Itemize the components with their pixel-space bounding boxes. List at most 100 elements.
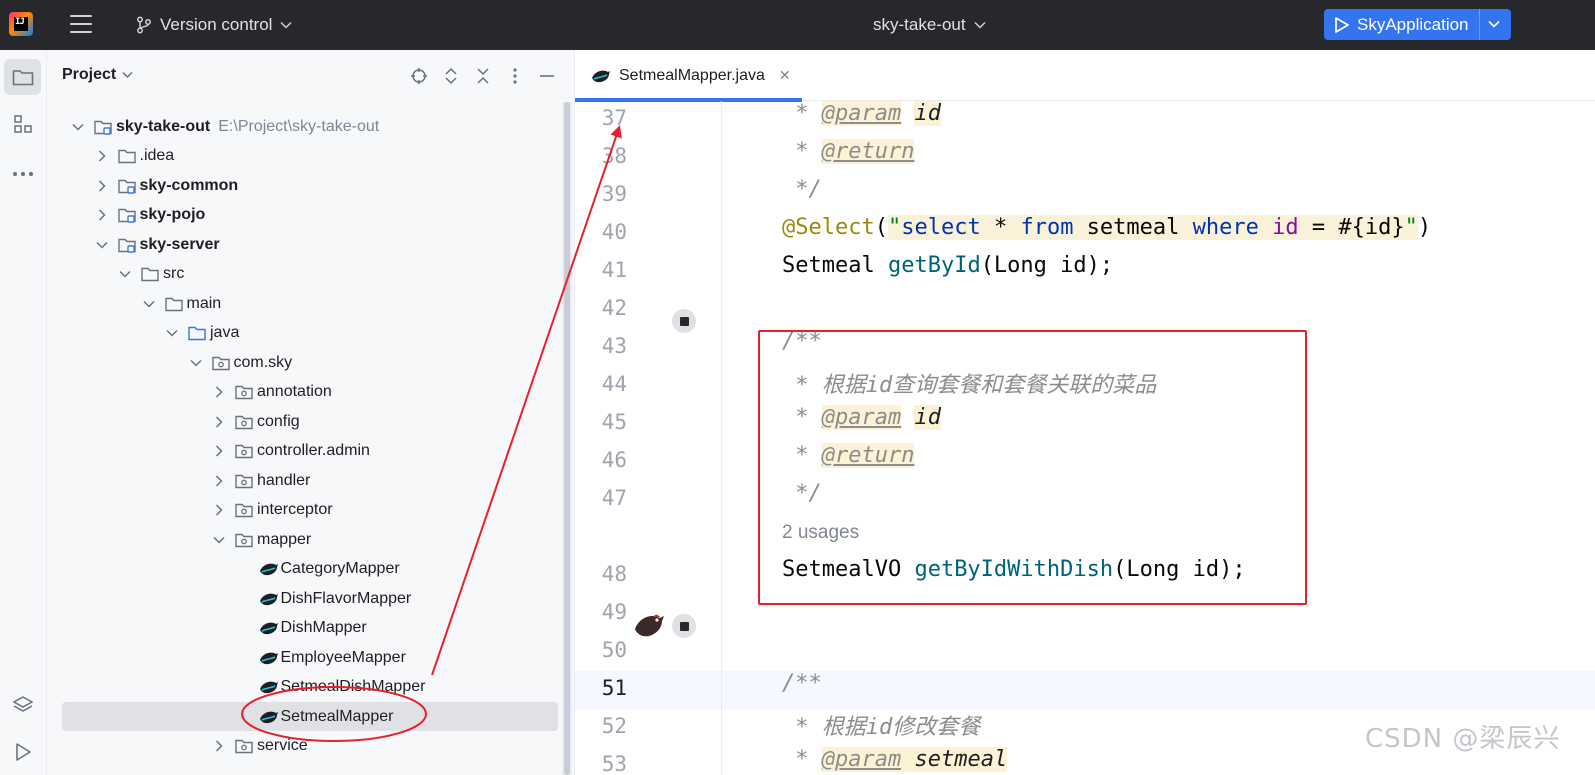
- navigate-to-sql-icon[interactable]: [672, 614, 696, 638]
- chevron-right-icon[interactable]: [211, 384, 227, 400]
- run-configuration-button[interactable]: SkyApplication: [1324, 9, 1511, 40]
- tree-node[interactable]: SetmealMapper: [62, 702, 558, 731]
- editor-tab-setmealmapper[interactable]: SetmealMapper.java ✕: [575, 50, 802, 102]
- project-tool-window: Project sky-take-out E:\Project\sky-take-…: [47, 50, 574, 775]
- chevron-down-icon[interactable]: [1487, 17, 1501, 31]
- chevron-right-icon[interactable]: [211, 414, 227, 430]
- code-line-51: /**: [782, 671, 822, 696]
- tree-node[interactable]: interceptor: [62, 496, 558, 525]
- project-switcher[interactable]: sky-take-out: [873, 13, 986, 37]
- tree-node-label: SetmealDishMapper: [280, 678, 426, 695]
- line-number: 43: [601, 334, 627, 358]
- editor-tab-label: SetmealMapper.java: [619, 66, 765, 84]
- chevron-down-icon: [974, 21, 986, 29]
- chevron-down-icon[interactable]: [211, 532, 227, 548]
- tree-node[interactable]: com.sky: [62, 348, 558, 377]
- locate-file-icon[interactable]: [410, 67, 428, 85]
- mybatis-navigation-bird-icon[interactable]: [633, 611, 665, 639]
- tree-node[interactable]: sky-pojo: [62, 201, 558, 230]
- chevron-right-icon[interactable]: [94, 207, 110, 223]
- package-icon: [235, 532, 253, 548]
- line-number: 37: [601, 106, 627, 130]
- tree-node-label: java: [210, 324, 240, 341]
- folder-icon: [164, 296, 183, 312]
- code-line-52: * 根据id修改套餐: [782, 715, 981, 740]
- tree-node[interactable]: CategoryMapper: [62, 555, 558, 584]
- chevron-down-icon[interactable]: [188, 355, 204, 371]
- project-tree-scrollbar[interactable]: [562, 102, 572, 775]
- line-number: 47: [601, 486, 627, 510]
- editor-tab-bar: SetmealMapper.java ✕: [575, 50, 1595, 102]
- csdn-watermark: CSDN @梁辰兴: [1365, 724, 1561, 754]
- run-tool-button[interactable]: [4, 734, 41, 770]
- mybatis-bird-icon: [259, 591, 278, 607]
- tree-node[interactable]: DishFlavorMapper: [62, 584, 558, 613]
- tree-node[interactable]: handler: [62, 466, 558, 495]
- tree-node-path: E:\Project\sky-take-out: [218, 117, 380, 135]
- tree-node[interactable]: annotation: [62, 378, 558, 407]
- tree-node[interactable]: service: [62, 732, 558, 761]
- tree-node-label: CategoryMapper: [280, 560, 400, 577]
- chevron-right-icon[interactable]: [211, 738, 227, 754]
- chevron-down-icon[interactable]: [70, 119, 86, 135]
- navigate-to-sql-icon[interactable]: [672, 309, 696, 333]
- chevron-down-icon[interactable]: [117, 266, 133, 282]
- line-number: 44: [601, 372, 627, 396]
- options-menu-icon[interactable]: [506, 67, 524, 85]
- tree-node[interactable]: sky-server: [62, 230, 558, 259]
- tree-node[interactable]: config: [62, 407, 558, 436]
- branch-icon: [137, 16, 151, 34]
- more-tools-button[interactable]: [4, 156, 41, 192]
- line-number: 38: [601, 144, 627, 168]
- package-icon: [235, 443, 253, 459]
- source-folder-icon: [188, 325, 206, 341]
- tree-node[interactable]: EmployeeMapper: [62, 643, 558, 672]
- tree-node-label: config: [257, 412, 300, 430]
- chevron-right-icon[interactable]: [94, 178, 110, 194]
- tree-node[interactable]: sky-common: [62, 171, 558, 200]
- close-tab-icon[interactable]: ✕: [779, 67, 791, 84]
- chevron-right-icon[interactable]: [94, 148, 110, 164]
- tree-node[interactable]: DishMapper: [62, 614, 558, 643]
- chevron-down-icon[interactable]: [164, 325, 180, 341]
- tree-node[interactable]: SetmealDishMapper: [62, 673, 558, 702]
- module-folder-icon: [117, 207, 136, 223]
- project-view-selector[interactable]: Project: [62, 66, 133, 84]
- tree-node-label: DishFlavorMapper: [280, 589, 412, 607]
- tree-node[interactable]: controller.admin: [62, 437, 558, 466]
- line-number: 39: [601, 182, 627, 206]
- structure-tool-button[interactable]: [4, 106, 41, 142]
- tree-node-label: interceptor: [257, 501, 333, 518]
- tree-node[interactable]: java: [62, 319, 558, 348]
- tree-node[interactable]: mapper: [62, 525, 558, 554]
- tree-node[interactable]: .idea: [62, 142, 558, 171]
- tree-node[interactable]: src: [62, 260, 558, 289]
- project-name: sky-take-out: [873, 15, 966, 34]
- more-horizontal-icon: [12, 172, 33, 176]
- project-tool-button[interactable]: [4, 59, 41, 95]
- tool-window-strip: [0, 50, 47, 775]
- tree-node-label: sky-common: [139, 176, 239, 194]
- chevron-right-icon[interactable]: [211, 443, 227, 459]
- chevron-down-icon: [122, 71, 133, 79]
- intellij-logo-icon[interactable]: IJ: [9, 12, 33, 36]
- main-menu-icon[interactable]: [70, 15, 92, 33]
- tree-node[interactable]: sky-take-out E:\Project\sky-take-out: [62, 112, 558, 141]
- line-number: 40: [601, 220, 627, 244]
- expand-all-icon[interactable]: [442, 67, 460, 85]
- version-control-widget[interactable]: Version control: [136, 13, 292, 37]
- tree-node[interactable]: main: [62, 289, 558, 318]
- hide-panel-icon[interactable]: [538, 67, 556, 85]
- services-tool-button[interactable]: [4, 687, 41, 723]
- chevron-right-icon[interactable]: [211, 502, 227, 518]
- package-icon: [235, 502, 253, 518]
- chevron-right-icon[interactable]: [211, 473, 227, 489]
- editor-gutter: 37 38 39 40 41 42 43 44 45 46 47 48 49 50 51 52 53: [575, 101, 721, 775]
- title-bar: IJ Version control sky-take-out SkyAppli…: [0, 0, 1595, 50]
- code-line-53: * @param setmeal: [782, 747, 1008, 772]
- collapse-all-icon[interactable]: [474, 67, 492, 85]
- chevron-down-icon[interactable]: [94, 237, 110, 253]
- chevron-down-icon[interactable]: [141, 296, 157, 312]
- structure-icon: [13, 115, 32, 133]
- mybatis-bird-icon: [259, 561, 278, 577]
